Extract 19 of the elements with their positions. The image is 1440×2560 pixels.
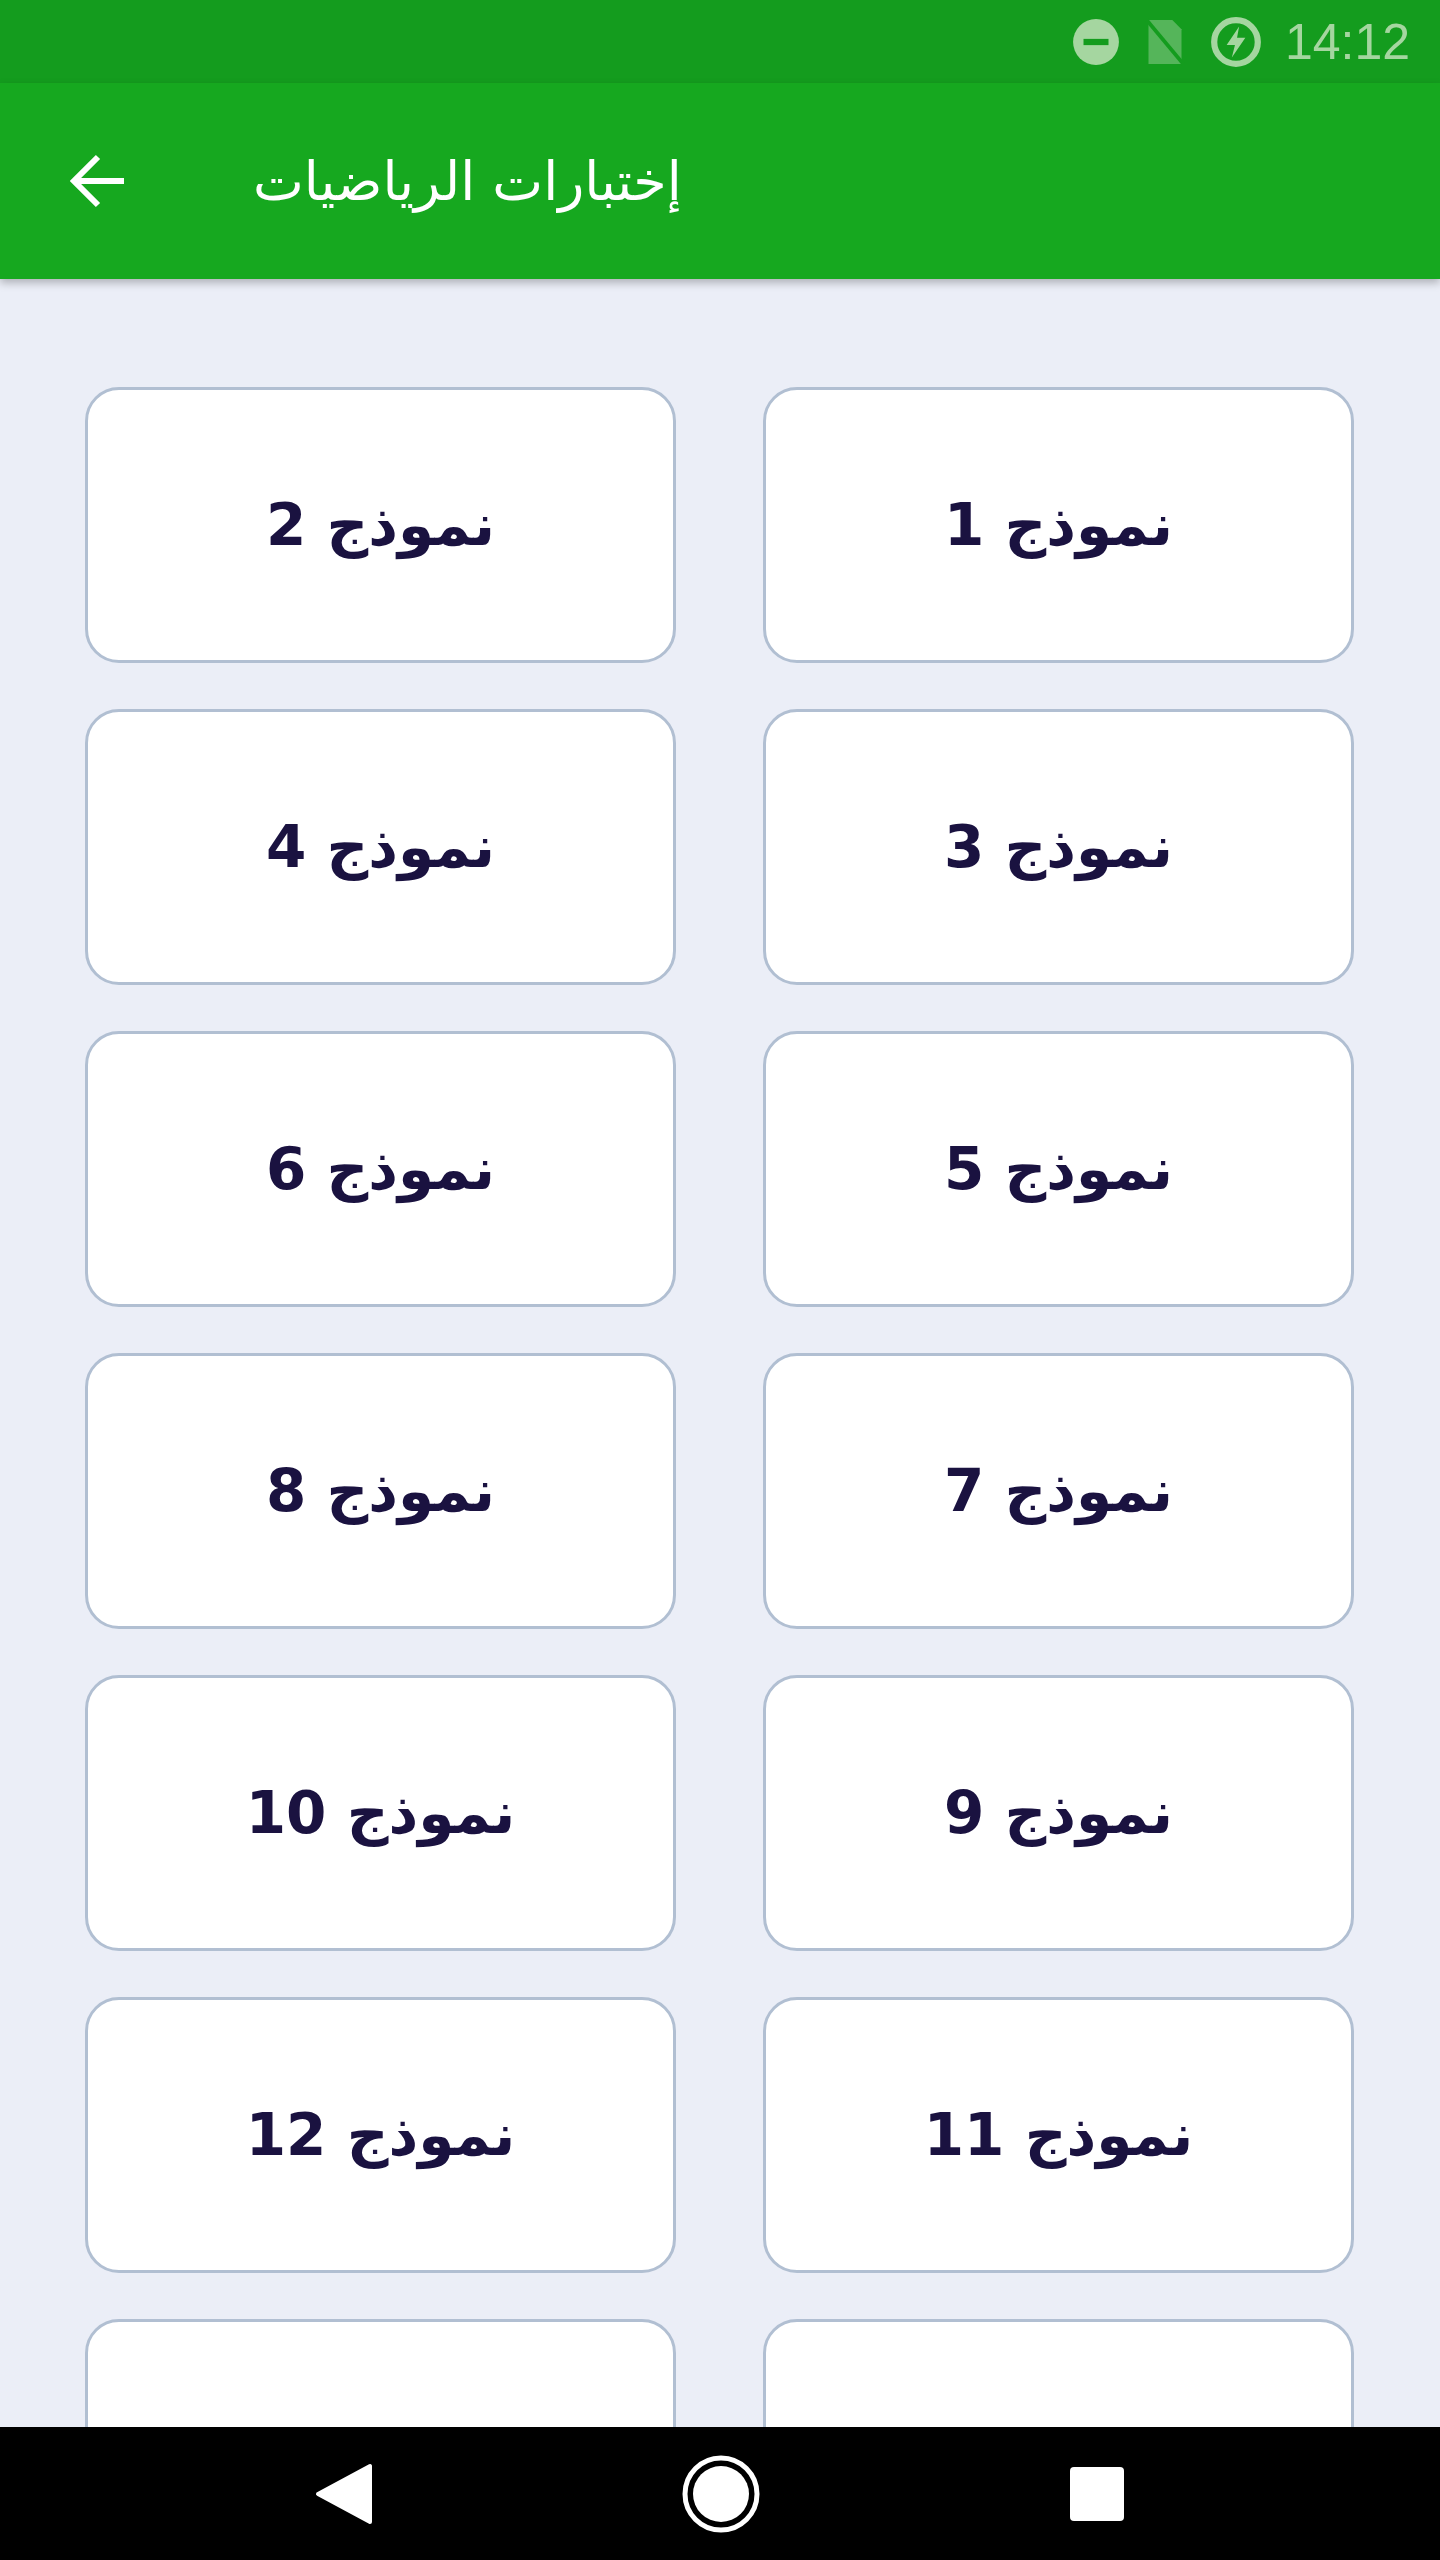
model-card[interactable]: نموذج 2 xyxy=(85,387,676,663)
model-card[interactable]: نموذج 11 xyxy=(763,1997,1354,2273)
back-icon[interactable] xyxy=(313,2461,374,2526)
model-card[interactable]: نموذج 1 xyxy=(763,387,1354,663)
model-card[interactable]: نموذج 12 xyxy=(85,1997,676,2273)
model-card[interactable]: نموذج 6 xyxy=(85,1031,676,1307)
clock-time: 14:12 xyxy=(1284,12,1410,71)
model-card[interactable]: نموذج 5 xyxy=(763,1031,1354,1307)
model-card[interactable]: نموذج 8 xyxy=(85,1353,676,1629)
model-card[interactable]: نموذج 10 xyxy=(85,1675,676,1951)
model-card[interactable]: نموذج 7 xyxy=(763,1353,1354,1629)
model-card[interactable]: نموذج 9 xyxy=(763,1675,1354,1951)
screen-title: إختبارات الرياضيات xyxy=(253,149,682,213)
do-not-disturb-icon xyxy=(1070,16,1121,67)
recents-icon[interactable] xyxy=(1068,2464,1127,2523)
model-card[interactable]: نموذج 4 xyxy=(85,709,676,985)
model-card[interactable]: نموذج 3 xyxy=(763,709,1354,985)
home-icon[interactable] xyxy=(681,2453,761,2534)
battery-charging-icon xyxy=(1208,14,1263,69)
